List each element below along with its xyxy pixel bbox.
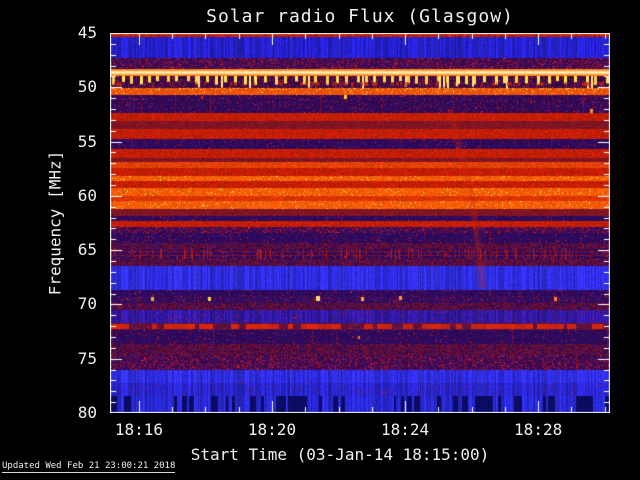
x-tick-label: 18:16 (114, 420, 164, 439)
y-tick-label: 50 (77, 77, 97, 97)
y-tick-label: 45 (77, 23, 97, 42)
x-tick-label: 18:20 (247, 420, 297, 439)
y-tick-label: 65 (77, 240, 97, 260)
updated-timestamp: Updated Wed Feb 21 23:00:21 2018 (2, 461, 176, 473)
y-tick-label: 80 (77, 403, 97, 422)
chart-title: Solar radio Flux (Glasgow) (206, 6, 514, 27)
spectrogram-heatmap (110, 33, 610, 413)
x-tick-label: 18:28 (514, 420, 563, 439)
y-axis-title: Frequency [MHz] (45, 150, 65, 296)
y-tick-label: 75 (77, 348, 97, 368)
y-tick-label: 60 (77, 185, 97, 205)
screenshot-root: Solar radio Flux (Glasgow) Frequency [MH… (0, 0, 640, 480)
y-tick-label: 70 (77, 294, 97, 314)
x-tick-label: 18:24 (380, 420, 430, 439)
y-tick-label: 55 (77, 131, 97, 151)
